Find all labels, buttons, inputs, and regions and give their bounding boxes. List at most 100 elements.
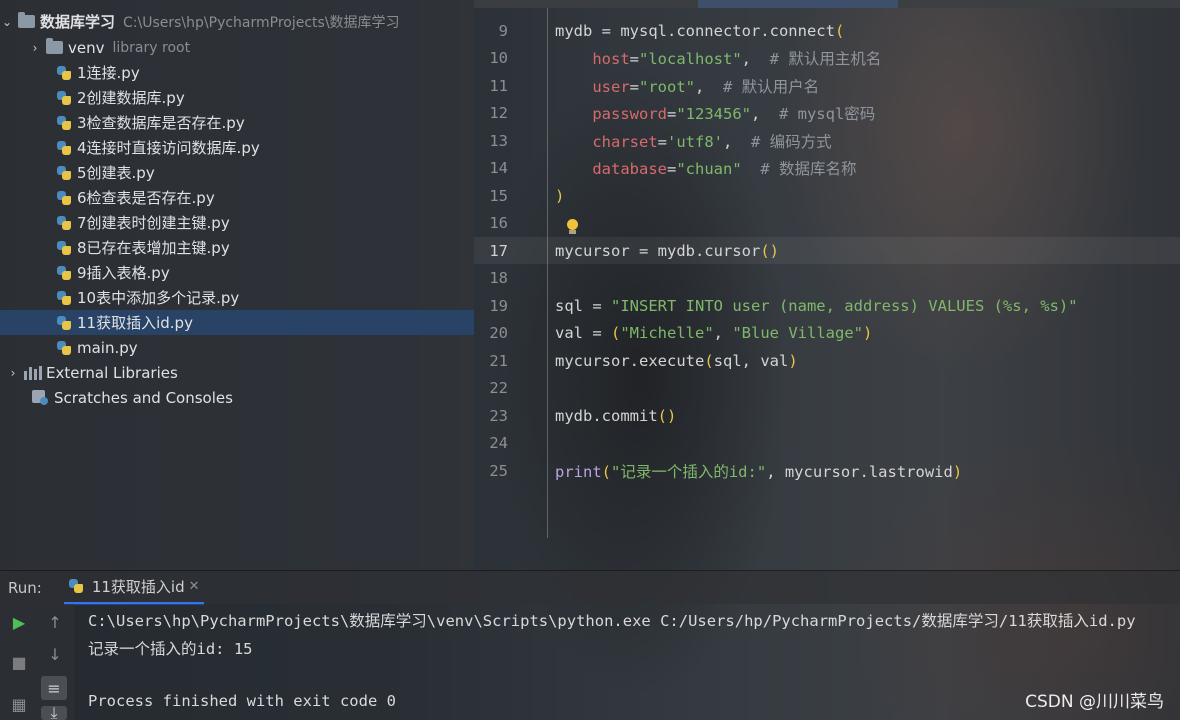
tree-file-item[interactable]: 7创建表时创建主键.py <box>0 210 474 235</box>
tree-file-item[interactable]: 6检查表是否存在.py <box>0 185 474 210</box>
file-name: main.py <box>77 338 138 357</box>
code-text: charset='utf8', # 编码方式 <box>592 132 832 151</box>
code-text: mycursor = mydb.cursor() <box>555 241 779 260</box>
run-tab[interactable]: 11获取插入id ✕ <box>63 571 204 605</box>
project-tool-window: ⌄ 数据库学习 C:\Users\hp\PycharmProjects\数据库学… <box>0 0 474 570</box>
code-line[interactable]: 14 database="chuan" # 数据库名称 <box>474 155 1180 182</box>
line-number: 14 <box>489 159 508 177</box>
code-line[interactable]: 11 user="root", # 默认用户名 <box>474 72 1180 99</box>
tree-file-item[interactable]: 8已存在表增加主键.py <box>0 235 474 260</box>
stop-icon[interactable]: ■ <box>6 650 32 674</box>
code-line[interactable]: 23 mydb.commit() <box>474 402 1180 429</box>
tree-file-item[interactable]: 9插入表格.py <box>0 260 474 285</box>
code-line[interactable]: 18 <box>474 265 1180 292</box>
line-number: 10 <box>489 49 508 67</box>
tree-external-libraries[interactable]: › External Libraries <box>0 360 474 385</box>
file-name: 1连接.py <box>77 64 140 82</box>
line-number: 20 <box>489 324 508 342</box>
file-name: 6检查表是否存在.py <box>77 189 215 207</box>
scroll-to-end-icon[interactable]: ⤓ <box>41 703 67 720</box>
code-line[interactable]: 24 <box>474 430 1180 457</box>
code-text: val = ("Michelle", "Blue Village") <box>555 324 873 342</box>
line-number: 11 <box>489 76 508 95</box>
code-line[interactable]: 9 mydb = mysql.connector.connect( <box>474 17 1180 44</box>
code-text: print("记录一个插入的id:", mycursor.lastrowid) <box>555 462 963 481</box>
line-number: 19 <box>489 296 508 315</box>
folder-icon <box>46 38 63 54</box>
tree-scratches[interactable]: Scratches and Consoles <box>0 385 474 410</box>
file-name: 11获取插入id.py <box>77 314 193 332</box>
code-line[interactable]: 20 val = ("Michelle", "Blue Village") <box>474 320 1180 347</box>
soft-wrap-icon[interactable]: ≡ <box>41 676 67 700</box>
tree-venv-folder[interactable]: › venv library root <box>0 35 474 60</box>
tree-file-item[interactable]: 1连接.py <box>0 60 474 85</box>
tree-file-item[interactable]: 5创建表.py <box>0 160 474 185</box>
tree-file-item[interactable]: main.py <box>0 335 474 360</box>
run-console[interactable]: C:\Users\hp\PycharmProjects\数据库学习\venv\S… <box>74 604 1180 720</box>
line-number: 24 <box>489 434 508 452</box>
lightbulb-icon[interactable] <box>566 219 579 235</box>
tree-file-item[interactable]: 2创建数据库.py <box>0 85 474 110</box>
python-file-icon <box>56 215 72 231</box>
arrow-up-icon[interactable]: ↑ <box>42 610 68 634</box>
root-folder-path: C:\Users\hp\PycharmProjects\数据库学习 <box>123 14 400 31</box>
rerun-play-icon[interactable]: ▶ <box>6 610 32 634</box>
code-line[interactable]: 16 <box>474 210 1180 237</box>
code-line[interactable]: 17 mycursor = mydb.cursor() <box>474 237 1180 264</box>
code-line[interactable]: 21 mycursor.execute(sql, val) <box>474 347 1180 374</box>
tree-file-item[interactable]: 11获取插入id.py <box>0 310 474 335</box>
code-text: mydb = mysql.connector.connect( <box>555 21 845 40</box>
file-name: 2创建数据库.py <box>77 89 185 107</box>
tree-root-folder[interactable]: ⌄ 数据库学习 C:\Users\hp\PycharmProjects\数据库学… <box>0 9 474 34</box>
code-text: mycursor.execute(sql, val) <box>555 351 798 370</box>
scratches-label: Scratches and Consoles <box>54 388 233 407</box>
venv-hint: library root <box>112 39 191 56</box>
code-text: user="root", # 默认用户名 <box>592 77 820 96</box>
code-text: mydb.commit() <box>555 406 677 425</box>
code-line[interactable]: 13 charset='utf8', # 编码方式 <box>474 127 1180 154</box>
line-number: 9 <box>498 21 508 40</box>
file-name: 3检查数据库是否存在.py <box>77 114 245 132</box>
code-line[interactable]: 15) <box>474 182 1180 209</box>
code-line[interactable]: 12 password="123456", # mysql密码 <box>474 100 1180 127</box>
folder-icon <box>18 12 35 28</box>
close-icon[interactable]: ✕ <box>189 579 200 594</box>
code-text: password="123456", # mysql密码 <box>592 105 876 123</box>
file-name: 5创建表.py <box>77 164 155 182</box>
code-editor[interactable]: 9 mydb = mysql.connector.connect( 10 host=… <box>474 0 1180 570</box>
file-name: 10表中添加多个记录.py <box>77 289 240 307</box>
editor-tab-bar <box>474 0 1180 8</box>
chevron-right-icon[interactable]: › <box>28 41 42 55</box>
watermark: CSDN @川川菜鸟 <box>1025 692 1164 712</box>
code-line[interactable]: 10 host="localhost", # 默认用主机名 <box>474 45 1180 72</box>
python-file-icon <box>56 290 72 306</box>
code-text: database="chuan" # 数据库名称 <box>592 160 857 178</box>
python-file-icon <box>56 140 72 156</box>
code-line[interactable]: 25 print("记录一个插入的id:", mycursor.lastrowid… <box>474 457 1180 484</box>
console-line-result: 记录一个插入的id: 15 <box>88 640 253 658</box>
scratch-icon <box>32 389 50 406</box>
run-toolbar: ▶ ↑ ■ ↓ ≡ ▦ ⤓ <box>0 604 74 720</box>
python-file-icon <box>56 265 72 281</box>
python-file-icon <box>56 65 72 81</box>
arrow-down-icon[interactable]: ↓ <box>42 642 68 666</box>
tree-file-item[interactable]: 10表中添加多个记录.py <box>0 285 474 310</box>
line-number: 12 <box>489 104 508 122</box>
python-file-icon <box>56 90 72 106</box>
code-line[interactable]: 22 <box>474 375 1180 402</box>
active-editor-tab[interactable] <box>698 0 898 8</box>
layout-icon[interactable]: ▦ <box>6 692 32 716</box>
python-file-icon <box>56 115 72 131</box>
code-text: ) <box>555 186 565 205</box>
chevron-right-icon[interactable]: › <box>6 366 20 380</box>
venv-label: venv <box>68 38 105 57</box>
tree-file-item[interactable]: 4连接时直接访问数据库.py <box>0 135 474 160</box>
library-icon <box>24 365 42 380</box>
chevron-down-icon[interactable]: ⌄ <box>0 15 14 29</box>
code-line[interactable]: 19 sql = "INSERT INTO user (name, address… <box>474 292 1180 319</box>
python-file-icon <box>56 240 72 256</box>
tree-file-item[interactable]: 3检查数据库是否存在.py <box>0 110 474 135</box>
line-number: 18 <box>489 269 508 287</box>
python-file-icon <box>68 578 84 594</box>
python-file-icon <box>56 315 72 331</box>
